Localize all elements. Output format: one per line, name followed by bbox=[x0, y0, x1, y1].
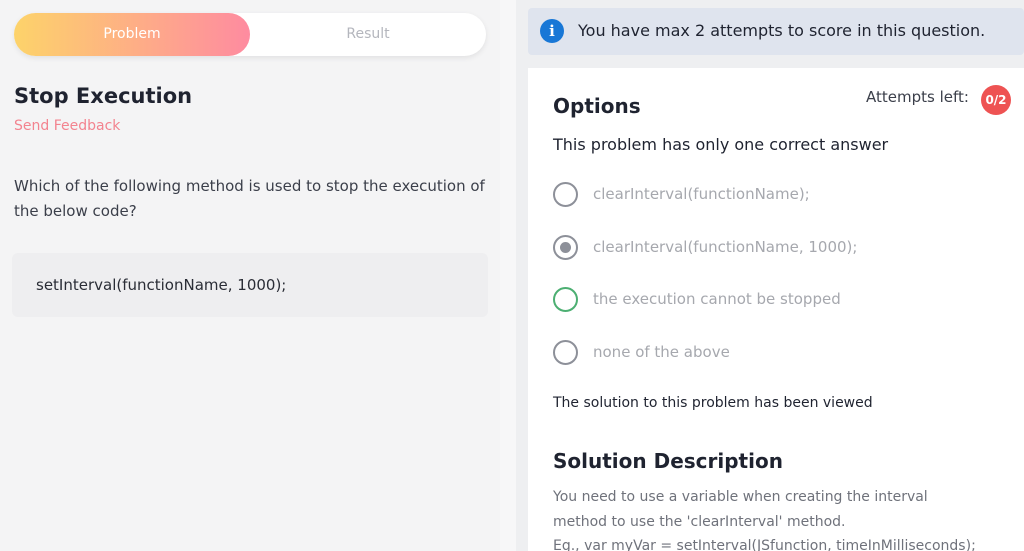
attempts-badge: 0/2 bbox=[981, 85, 1011, 115]
tab-result[interactable]: Result bbox=[250, 13, 486, 56]
attempts-label: Attempts left: bbox=[866, 88, 969, 106]
solution-description: You need to use a variable when creating… bbox=[553, 485, 993, 551]
options-card: Options Attempts left: 0/2 This problem … bbox=[528, 68, 1024, 551]
tab-problem[interactable]: Problem bbox=[14, 13, 250, 56]
solution-line: method to use the 'clearInterval' method… bbox=[553, 513, 846, 530]
option-label: clearInterval(functionName); bbox=[593, 185, 810, 203]
answer-panel: i You have max 2 attempts to score in th… bbox=[516, 0, 1024, 551]
send-feedback-link[interactable]: Send Feedback bbox=[14, 118, 120, 134]
problem-panel: Problem Result Stop Execution Send Feedb… bbox=[0, 0, 500, 551]
options-title: Options bbox=[553, 94, 641, 118]
tab-bar: Problem Result bbox=[14, 13, 486, 56]
option-3[interactable]: the execution cannot be stopped bbox=[553, 287, 993, 313]
option-4[interactable]: none of the above bbox=[553, 340, 993, 366]
attempts-banner: i You have max 2 attempts to score in th… bbox=[528, 8, 1024, 55]
info-icon: i bbox=[540, 19, 564, 43]
solution-line: Eg., var myVar = setInterval(JSfunction,… bbox=[553, 538, 976, 551]
radio-button[interactable] bbox=[553, 340, 578, 365]
radio-button-selected[interactable] bbox=[553, 235, 578, 260]
option-label: none of the above bbox=[593, 343, 730, 361]
radio-button[interactable] bbox=[553, 182, 578, 207]
solution-line: You need to use a variable when creating… bbox=[553, 489, 928, 505]
solution-title: Solution Description bbox=[553, 449, 783, 473]
code-text: setInterval(functionName, 1000); bbox=[36, 276, 287, 294]
option-2[interactable]: clearInterval(functionName, 1000); bbox=[553, 235, 993, 261]
option-label: the execution cannot be stopped bbox=[593, 290, 841, 308]
radio-button-correct[interactable] bbox=[553, 287, 578, 312]
problem-title: Stop Execution bbox=[14, 84, 193, 108]
option-label: clearInterval(functionName, 1000); bbox=[593, 238, 858, 256]
code-block: setInterval(functionName, 1000); bbox=[12, 253, 488, 317]
instruction-text: This problem has only one correct answer bbox=[553, 135, 889, 154]
banner-text: You have max 2 attempts to score in this… bbox=[578, 21, 986, 40]
question-text: Which of the following method is used to… bbox=[14, 177, 485, 220]
option-1[interactable]: clearInterval(functionName); bbox=[553, 182, 993, 208]
solution-viewed-note: The solution to this problem has been vi… bbox=[553, 395, 873, 411]
